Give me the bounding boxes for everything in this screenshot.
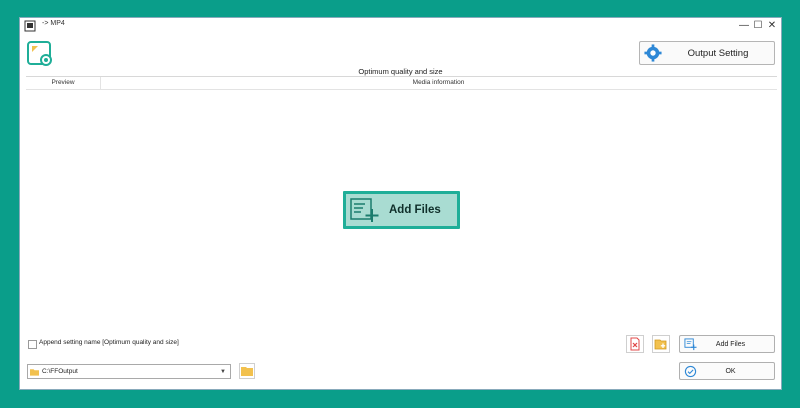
browse-folder-button[interactable] bbox=[239, 363, 255, 379]
chevron-down-icon: ▼ bbox=[220, 368, 226, 375]
ok-button[interactable]: OK bbox=[679, 362, 775, 380]
column-preview[interactable]: Preview bbox=[26, 77, 101, 89]
folder-icon bbox=[241, 367, 253, 376]
add-files-icon bbox=[350, 198, 379, 222]
add-files-button[interactable]: Add Files bbox=[679, 335, 775, 353]
minimize-button[interactable]: — bbox=[737, 19, 751, 32]
add-folder-button[interactable] bbox=[652, 335, 670, 353]
window-title: -> MP4 bbox=[42, 20, 65, 27]
maximize-button[interactable]: ☐ bbox=[751, 19, 765, 32]
center-add-files-label: Add Files bbox=[389, 204, 441, 216]
output-folder-select[interactable]: C:\FFOutput ▼ bbox=[27, 364, 231, 379]
app-icon bbox=[24, 20, 36, 32]
profile-label: Optimum quality and size bbox=[358, 67, 443, 76]
ok-label: OK bbox=[725, 367, 736, 375]
logo-icon bbox=[27, 41, 52, 66]
delete-files-button[interactable] bbox=[626, 335, 644, 353]
output-setting-label: Output Setting bbox=[687, 47, 749, 59]
output-path-value: C:\FFOutput bbox=[42, 368, 78, 375]
list-header: Preview Media information bbox=[26, 77, 777, 90]
center-add-files-button[interactable]: Add Files bbox=[343, 191, 460, 229]
ok-icon bbox=[684, 365, 697, 377]
add-files-label: Add Files bbox=[715, 340, 746, 348]
append-setting-label: Append setting name [Optimum quality and… bbox=[39, 339, 179, 346]
gear-icon bbox=[644, 44, 662, 62]
add-folder-icon bbox=[654, 339, 667, 350]
folder-icon bbox=[30, 368, 39, 376]
delete-icon bbox=[630, 337, 640, 351]
titlebar: -> MP4 — ☐ ✕ bbox=[20, 18, 781, 35]
app-window: -> MP4 — ☐ ✕ Optimum quality and size Ou… bbox=[19, 17, 782, 390]
add-files-icon bbox=[684, 337, 697, 350]
media-list[interactable]: Preview Media information Add Files bbox=[26, 76, 777, 328]
append-setting-checkbox[interactable] bbox=[28, 340, 37, 349]
close-button[interactable]: ✕ bbox=[765, 19, 779, 32]
output-setting-button[interactable]: Output Setting bbox=[639, 41, 775, 65]
column-media-information[interactable]: Media information bbox=[100, 77, 777, 89]
